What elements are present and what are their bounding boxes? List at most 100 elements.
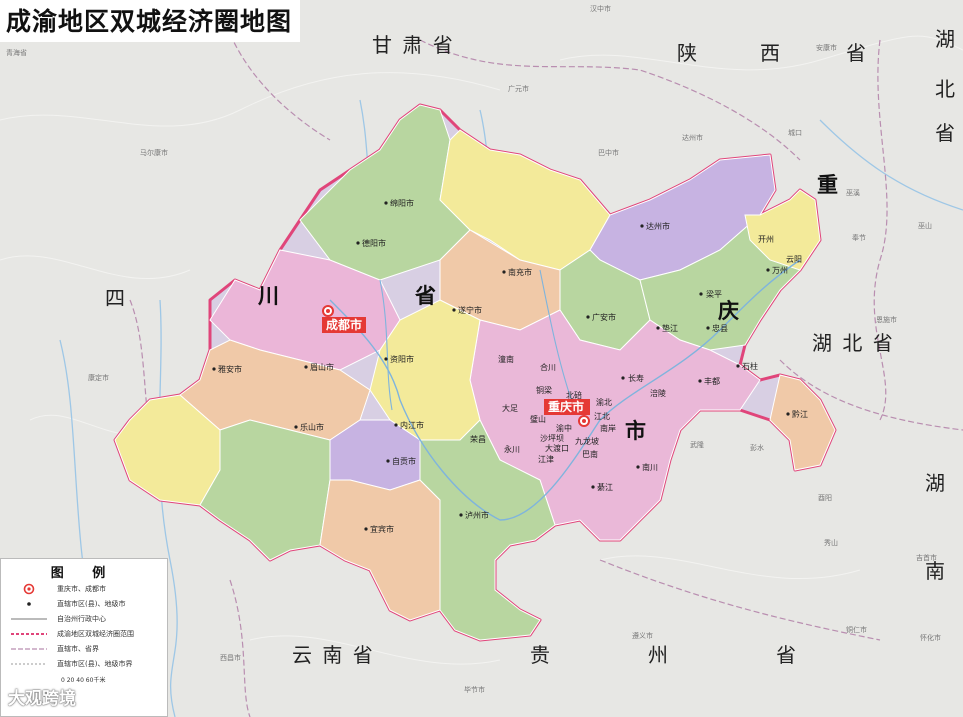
legend-item-district: 直辖市区(县)、地级市界 <box>1 656 167 671</box>
legend-title: 图 例 <box>50 566 118 581</box>
city-kangding: 康定市 <box>88 373 109 382</box>
label-guizhou-3: 省 <box>776 643 798 667</box>
city-hanzhong: 汉中市 <box>590 4 611 13</box>
city-jiangbei: 江北 <box>594 412 610 421</box>
city-neijiang: 内江市 <box>400 420 424 430</box>
city-fuling: 涪陵 <box>650 388 666 398</box>
scale-bar: 0 20 40 60千米 <box>61 677 106 684</box>
capital-marker-icon <box>23 583 35 594</box>
label-hubei-mid: 湖 北 省 <box>812 331 895 355</box>
city-tongren: 铜仁市 <box>846 625 867 634</box>
city-qinghai: 青海省 <box>6 48 27 57</box>
label-sichuan-1: 四 <box>105 286 127 310</box>
city-dadukou: 大渡口 <box>545 443 569 453</box>
city-suining: 遂宁市 <box>458 305 482 315</box>
city-luzhou: 泸州市 <box>465 510 489 520</box>
city-shizhu: 石柱 <box>742 361 758 371</box>
city-bishan: 璧山 <box>530 414 546 424</box>
province-border-icon <box>11 647 47 650</box>
label-guizhou-1: 贵 <box>530 643 552 667</box>
city-nanchong: 南充市 <box>508 267 532 277</box>
legend-item-city: 直辖市区(县)、地级市 <box>1 596 167 611</box>
city-yunyang: 云阳 <box>786 255 802 264</box>
legend-label-city: 直辖市区(县)、地级市 <box>57 599 126 608</box>
label-shaanxi-1: 陕 <box>677 41 699 65</box>
label-hubei-top-1: 湖 <box>935 27 957 51</box>
city-ziyang: 资阳市 <box>390 354 414 364</box>
city-dazhou: 达州市 <box>646 221 670 231</box>
city-hechuan: 合川 <box>540 362 556 372</box>
city-mianyang: 绵阳市 <box>390 198 414 208</box>
city-huaihua: 怀化市 <box>920 633 941 642</box>
city-jiulongpo: 九龙坡 <box>575 436 599 446</box>
legend-item-prefecture: 自治州行政中心 <box>1 611 167 626</box>
legend-item-circle: 成渝地区双城经济圈范围 <box>1 626 167 641</box>
city-zunyi: 遵义市 <box>632 631 653 640</box>
city-rongchang: 荣昌 <box>470 434 486 444</box>
city-bazhong: 巴中市 <box>598 148 619 157</box>
watermark: 大观跨境 <box>8 689 76 709</box>
label-guizhou-2: 州 <box>648 643 670 667</box>
city-dazu: 大足 <box>502 403 518 413</box>
city-tongliang: 铜梁 <box>536 385 552 395</box>
city-youyang: 酉阳 <box>818 493 832 502</box>
city-pengshui: 彭水 <box>750 443 764 452</box>
prefecture-line-icon <box>11 618 47 619</box>
legend-item-capital: 重庆市、成都市 <box>1 581 167 596</box>
city-dianjiang: 垫江 <box>662 323 678 333</box>
city-changshou: 长寿 <box>628 373 644 383</box>
label-sichuan-3: 省 <box>414 284 436 308</box>
city-wanzhou: 万州 <box>772 266 788 275</box>
label-chongqing-3: 市 <box>625 419 646 443</box>
city-wulong: 武隆 <box>690 440 704 449</box>
circle-boundary-icon <box>11 632 47 635</box>
city-leshan: 乐山市 <box>300 422 324 432</box>
title-box: 成渝地区双城经济圈地图 <box>0 0 301 42</box>
city-chengkou: 城口 <box>788 129 802 137</box>
city-wuxi: 巫溪 <box>846 188 860 197</box>
label-chongqing-2: 庆 <box>718 299 739 323</box>
city-nanan: 南岸 <box>600 423 616 433</box>
label-hubei-top-3: 省 <box>935 121 957 145</box>
city-yubei: 渝北 <box>596 397 612 407</box>
city-nanchuan: 南川 <box>642 462 658 472</box>
city-deyang: 德阳市 <box>362 238 386 248</box>
legend-label-circle: 成渝地区双城经济圈范围 <box>57 629 134 638</box>
city-ankang: 安康市 <box>816 43 837 52</box>
city-jishou: 吉首市 <box>916 553 937 562</box>
city-guangyuan: 广元市 <box>508 84 529 93</box>
label-shaanxi-3: 省 <box>846 41 868 65</box>
city-yuzhong: 渝中 <box>556 423 572 433</box>
chongqing-label: 重庆市 <box>548 399 584 414</box>
label-hunan-2: 南 <box>925 559 947 583</box>
city-xichang: 西昌市 <box>220 653 241 662</box>
city-liangping: 梁平 <box>706 290 722 299</box>
label-yunnan: 云 南 省 <box>292 643 375 667</box>
city-dazhou-grey: 达州市 <box>682 133 703 142</box>
legend-label-prefecture: 自治州行政中心 <box>57 614 106 623</box>
city-meishan: 眉山市 <box>310 362 334 372</box>
legend-label-province: 直辖市、省界 <box>57 644 99 653</box>
label-hunan-1: 湖 <box>925 471 947 495</box>
city-enshi: 恩施市 <box>876 315 897 324</box>
city-zigong: 自贡市 <box>392 456 416 466</box>
chengdu-label: 成都市 <box>326 317 362 332</box>
label-hubei-top-2: 北 <box>935 77 957 101</box>
city-beibei: 北碚 <box>566 390 582 400</box>
city-dot-icon <box>27 601 31 606</box>
city-bijie: 毕节市 <box>464 685 485 694</box>
city-kaizhou: 开州 <box>758 235 774 244</box>
city-zhongxian: 忠县 <box>712 324 728 333</box>
city-jiangjin: 江津 <box>538 454 554 464</box>
city-yongchuan: 永川 <box>504 444 520 454</box>
city-xiushan: 秀山 <box>824 538 838 547</box>
city-qijiang: 綦江 <box>597 482 613 492</box>
city-qianjiang: 黔江 <box>792 409 808 419</box>
map-title: 成渝地区双城经济圈地图 <box>6 7 293 36</box>
label-shaanxi-2: 西 <box>760 41 782 65</box>
city-yibin: 宜宾市 <box>370 524 394 534</box>
legend-label-capital: 重庆市、成都市 <box>57 584 106 593</box>
district-border-icon <box>11 663 47 664</box>
label-gansu: 甘 肃 省 <box>372 33 455 57</box>
city-wushan: 巫山 <box>918 221 932 230</box>
